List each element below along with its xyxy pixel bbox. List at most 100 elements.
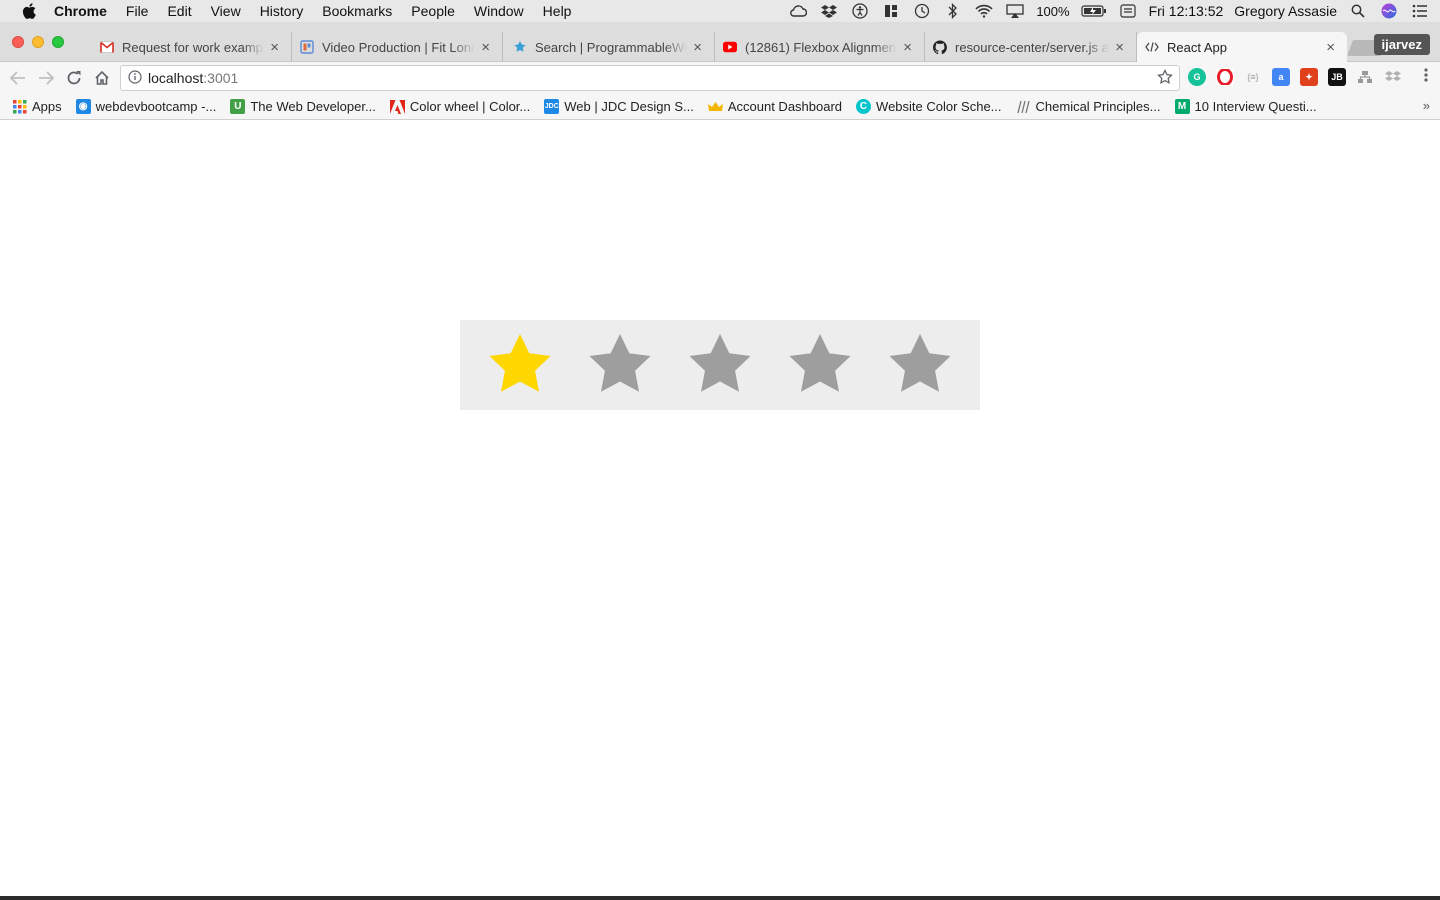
reload-icon[interactable] xyxy=(60,64,88,92)
close-tab-icon[interactable]: × xyxy=(903,39,912,56)
url-port: :3001 xyxy=(203,70,239,86)
macos-menu-bar: Chrome File Edit View History Bookmarks … xyxy=(0,0,1440,22)
spotlight-search-icon[interactable] xyxy=(1348,3,1368,19)
apps-grid-icon xyxy=(12,99,27,114)
slides-icon xyxy=(300,40,314,54)
apple-menu-icon[interactable] xyxy=(18,3,40,19)
lastpass-icon[interactable]: ✦ xyxy=(1300,68,1318,86)
bookmark-label: The Web Developer... xyxy=(250,99,376,114)
tab-gmail[interactable]: Request for work examples × xyxy=(78,32,292,62)
menu-clock[interactable]: Fri 12:13:52 xyxy=(1149,3,1224,19)
back-arrow-icon[interactable] xyxy=(4,64,32,92)
bookmark-label: Web | JDC Design S... xyxy=(564,99,694,114)
tab-react-app[interactable]: React App × xyxy=(1137,32,1347,62)
close-tab-icon[interactable]: × xyxy=(1115,39,1124,56)
bluetooth-icon[interactable] xyxy=(943,3,963,19)
menu-app-chrome[interactable]: Chrome xyxy=(54,3,107,19)
url-host: localhost xyxy=(148,70,204,86)
menu-username[interactable]: Gregory Assasie xyxy=(1234,3,1337,19)
address-bar[interactable]: localhost:3001 xyxy=(120,65,1180,91)
airplay-icon[interactable] xyxy=(1005,3,1025,19)
json-viewer-icon[interactable]: {≡} xyxy=(1244,68,1262,86)
udemy-icon: U xyxy=(230,99,246,114)
menu-bookmarks[interactable]: Bookmarks xyxy=(322,3,392,19)
bookmarks-overflow-icon[interactable]: » xyxy=(1423,98,1430,113)
bookmarks-bar: Apps ◉ webdevbootcamp -... U The Web Dev… xyxy=(0,94,1440,120)
tab-title: resource-center/server.js at xyxy=(955,39,1110,55)
extensions-area: G {≡} a ✦ JB xyxy=(1188,68,1402,86)
translate-icon[interactable]: a xyxy=(1272,68,1290,86)
star-icon-4[interactable] xyxy=(782,327,858,403)
window-layout-icon[interactable] xyxy=(881,3,901,19)
star-icon-2[interactable] xyxy=(582,327,658,403)
bookmark-label: 10 Interview Questi... xyxy=(1194,99,1317,114)
grammarly-icon[interactable]: G xyxy=(1188,68,1206,86)
site-info-icon[interactable] xyxy=(128,69,142,87)
bookmark-label: Account Dashboard xyxy=(727,99,843,114)
star-icon-1[interactable] xyxy=(482,327,558,403)
accessibility-icon[interactable] xyxy=(850,3,870,19)
minimize-window-button[interactable] xyxy=(32,36,44,48)
browser-toolbar: localhost:3001 G {≡} a ✦ JB xyxy=(0,62,1440,94)
opera-icon[interactable] xyxy=(1216,68,1234,86)
menu-history[interactable]: History xyxy=(260,3,304,19)
bookmark-color-wheel[interactable]: Color wheel | Color... xyxy=(389,99,530,114)
battery-icon[interactable] xyxy=(1080,3,1107,19)
tab-youtube-flexbox[interactable]: (12861) Flexbox Alignment × xyxy=(715,32,925,62)
jetbrains-icon[interactable]: JB xyxy=(1328,68,1346,86)
menu-help[interactable]: Help xyxy=(543,3,572,19)
tab-title: (12861) Flexbox Alignment xyxy=(745,39,898,55)
bookmark-web-developer[interactable]: U The Web Developer... xyxy=(230,99,376,114)
status-area: 100% Fri 12:13:52 Gregory Assasie xyxy=(788,0,1430,22)
youtube-icon xyxy=(723,40,737,54)
canva-icon: C xyxy=(856,99,872,114)
tab-title: React App xyxy=(1167,39,1227,55)
star-icon-3[interactable] xyxy=(682,327,758,403)
forward-arrow-icon[interactable] xyxy=(32,64,60,92)
input-menu-icon[interactable] xyxy=(1118,3,1138,19)
bookmark-apps[interactable]: Apps xyxy=(12,99,62,114)
close-tab-icon[interactable]: × xyxy=(693,39,702,56)
profile-badge[interactable]: ijarvez xyxy=(1373,34,1430,55)
tab-title: Request for work examples xyxy=(122,39,265,55)
close-tab-icon[interactable]: × xyxy=(270,39,279,56)
tab-video-production[interactable]: Video Production | Fit London × xyxy=(292,32,503,62)
battery-percent[interactable]: 100% xyxy=(1036,4,1069,19)
menu-file[interactable]: File xyxy=(126,3,149,19)
menu-edit[interactable]: Edit xyxy=(167,3,191,19)
siri-icon[interactable] xyxy=(1379,3,1399,19)
window-controls xyxy=(12,36,64,48)
menu-view[interactable]: View xyxy=(211,3,241,19)
close-tab-icon[interactable]: × xyxy=(481,39,490,56)
time-machine-icon[interactable] xyxy=(912,3,932,19)
bookmark-chemical-principles[interactable]: Chemical Principles... xyxy=(1016,99,1161,114)
bookmark-account-dashboard[interactable]: Account Dashboard xyxy=(707,99,843,114)
menu-window[interactable]: Window xyxy=(474,3,524,19)
zoom-window-button[interactable] xyxy=(52,36,64,48)
menu-people[interactable]: People xyxy=(411,3,455,19)
bookmark-webdevbootcamp[interactable]: ◉ webdevbootcamp -... xyxy=(75,99,216,114)
notification-center-icon[interactable] xyxy=(1410,3,1430,19)
dropbox-icon[interactable] xyxy=(819,3,839,19)
star-icon-5[interactable] xyxy=(882,327,958,403)
chrome-menu-icon[interactable] xyxy=(1424,67,1428,88)
network-icon[interactable] xyxy=(1356,68,1374,86)
tab-title: Video Production | Fit London xyxy=(322,39,476,55)
medium-icon: M xyxy=(1174,99,1190,114)
bookmark-website-color-schemes[interactable]: C Website Color Sche... xyxy=(856,99,1002,114)
bookmark-star-icon[interactable] xyxy=(1157,69,1173,90)
home-icon[interactable] xyxy=(88,64,116,92)
wifi-icon[interactable] xyxy=(974,3,994,19)
github-icon xyxy=(933,40,947,54)
tab-programmableweb[interactable]: Search | ProgrammableWeb × xyxy=(503,32,715,62)
tab-github-server[interactable]: resource-center/server.js at × xyxy=(925,32,1137,62)
bookmark-label: Website Color Sche... xyxy=(876,99,1002,114)
close-tab-icon[interactable]: × xyxy=(1326,39,1335,56)
close-window-button[interactable] xyxy=(12,36,24,48)
browser-tab-strip: Request for work examples × Video Produc… xyxy=(0,22,1440,62)
chem-icon xyxy=(1016,99,1031,114)
creative-cloud-icon[interactable] xyxy=(788,3,808,19)
bookmark-jdc-design[interactable]: JDC Web | JDC Design S... xyxy=(544,99,694,114)
dropbox-extension-icon[interactable] xyxy=(1384,68,1402,86)
bookmark-interview-questions[interactable]: M 10 Interview Questi... xyxy=(1174,99,1317,114)
